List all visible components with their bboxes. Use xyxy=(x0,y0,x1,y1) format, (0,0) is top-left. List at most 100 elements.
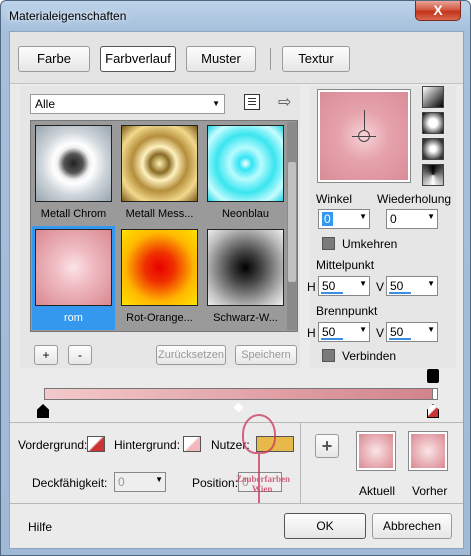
save-gradient-button[interactable]: Speichern xyxy=(235,345,297,365)
gradient-name: Neonblau xyxy=(221,208,270,220)
title-bar[interactable]: Materialeigenschaften X xyxy=(1,1,470,31)
invert-checkbox[interactable] xyxy=(322,237,335,250)
add-gradient-button[interactable]: + xyxy=(34,345,58,365)
ok-button[interactable]: OK xyxy=(284,513,366,539)
dialog-client: Farbe Farbverlauf Muster Textur Alle ▼ ⇨… xyxy=(9,31,464,549)
angle-value: 0 xyxy=(322,212,333,226)
gradient-bar-end xyxy=(432,388,438,400)
previous-label: Vorher xyxy=(412,484,448,498)
reset-button[interactable]: Zurücksetzen xyxy=(156,345,226,365)
opacity-stop-marker[interactable] xyxy=(427,369,439,383)
gradient-swatch xyxy=(207,125,284,202)
focus-h-stepper[interactable]: 50 ▼ xyxy=(318,322,370,342)
gallery-scrollbar[interactable] xyxy=(287,122,297,330)
footer-divider xyxy=(10,503,463,504)
angle-stepper[interactable]: 0 ▼ xyxy=(318,209,370,229)
gradient-name: Metall Chrom xyxy=(40,208,107,220)
cancel-button[interactable]: Abbrechen xyxy=(372,513,452,539)
tab-farbverlauf[interactable]: Farbverlauf xyxy=(100,46,176,72)
watermark-line-1: Zauberfarben xyxy=(236,474,290,484)
gradient-item-rot-orange[interactable]: Rot-Orange... xyxy=(118,226,201,330)
gradient-item-schwarz-weiss[interactable]: Schwarz-W... xyxy=(204,226,287,330)
scrollbar-thumb[interactable] xyxy=(288,162,296,282)
chevron-down-icon[interactable]: ▼ xyxy=(427,279,435,288)
gradient-swatch xyxy=(35,229,112,306)
chevron-down-icon[interactable]: ▼ xyxy=(427,212,435,221)
linear-mode-button[interactable] xyxy=(422,86,444,108)
focus-v-label: V xyxy=(376,326,385,340)
background-label: Hintergrund: xyxy=(114,438,181,452)
color-stop-start-marker[interactable] xyxy=(37,404,49,418)
library-options-icon[interactable] xyxy=(244,94,260,110)
gradient-swatch xyxy=(121,229,198,306)
gradient-item-neonblau[interactable]: Neonblau xyxy=(204,122,287,226)
export-arrow-icon[interactable]: ⇨ xyxy=(278,92,291,112)
sunburst-mode-button[interactable] xyxy=(422,138,444,160)
radial-mode-button[interactable] xyxy=(422,164,444,186)
center-v-value: 50 xyxy=(390,279,404,293)
current-label: Aktuell xyxy=(359,484,396,498)
background-color-swatch[interactable] xyxy=(183,436,201,452)
tab-textur[interactable]: Textur xyxy=(282,46,350,72)
previous-gradient-preview[interactable] xyxy=(408,431,448,471)
chevron-down-icon[interactable]: ▼ xyxy=(359,325,367,334)
gradient-name: rom xyxy=(64,312,83,324)
angle-handle[interactable] xyxy=(364,110,365,130)
opacity-label: Deckfähigkeit: xyxy=(32,476,108,490)
center-v-stepper[interactable]: 50 ▼ xyxy=(386,276,438,296)
focus-v-level xyxy=(389,338,411,340)
focal-point-label: Brennpunkt xyxy=(316,304,378,318)
focus-v-value: 50 xyxy=(390,325,404,339)
gradient-swatch xyxy=(35,125,112,202)
watermark-line-2: Wien xyxy=(252,484,273,494)
gradient-preview[interactable] xyxy=(317,89,411,183)
chevron-down-icon[interactable]: ▼ xyxy=(427,325,435,334)
gradient-name: Schwarz-W... xyxy=(213,312,278,324)
tab-separator xyxy=(270,48,271,70)
link-label: Verbinden xyxy=(342,349,397,363)
focus-h-label: H xyxy=(307,326,316,340)
center-v-level xyxy=(389,292,411,294)
focus-v-stepper[interactable]: 50 ▼ xyxy=(386,322,438,342)
chevron-down-icon[interactable]: ▼ xyxy=(359,212,367,221)
opacity-stepper[interactable]: 0 ▼ xyxy=(114,472,166,492)
category-dropdown[interactable]: Alle ▼ xyxy=(30,94,225,114)
chevron-down-icon: ▼ xyxy=(212,99,220,108)
dialog-window: Materialeigenschaften X Farbe Farbverlau… xyxy=(0,0,471,556)
gradient-name: Metall Mess... xyxy=(125,208,194,220)
gradient-item-metall-messing[interactable]: Metall Mess... xyxy=(118,122,201,226)
repeat-label: Wiederholung xyxy=(377,192,452,206)
angle-label: Winkel xyxy=(316,192,353,206)
gradient-item-rom[interactable]: rom xyxy=(32,226,115,330)
center-h-value: 50 xyxy=(322,279,336,293)
gradient-bar[interactable] xyxy=(44,388,436,400)
rectangular-mode-button[interactable] xyxy=(422,112,444,134)
tab-muster[interactable]: Muster xyxy=(186,46,256,72)
center-h-label: H xyxy=(307,280,316,294)
link-checkbox[interactable] xyxy=(322,349,335,362)
repeat-stepper[interactable]: 0 ▼ xyxy=(386,209,438,229)
remove-gradient-button[interactable]: - xyxy=(68,345,92,365)
center-h-level xyxy=(321,292,343,294)
invert-label: Umkehren xyxy=(342,237,398,251)
gradient-item-metall-chrom[interactable]: Metall Chrom xyxy=(32,122,115,226)
bottom-vertical-divider xyxy=(300,423,301,503)
window-title: Materialeigenschaften xyxy=(9,9,127,23)
foreground-label: Vordergrund: xyxy=(18,438,88,452)
color-stop-end-marker[interactable] xyxy=(427,404,439,418)
chevron-down-icon[interactable]: ▼ xyxy=(155,475,163,484)
gradient-swatch xyxy=(207,229,284,306)
tab-farbe[interactable]: Farbe xyxy=(18,46,90,72)
focus-h-value: 50 xyxy=(322,325,336,339)
center-h-stepper[interactable]: 50 ▼ xyxy=(318,276,370,296)
gradient-swatch xyxy=(121,125,198,202)
repeat-value: 0 xyxy=(390,212,397,226)
foreground-color-swatch[interactable] xyxy=(87,436,105,452)
center-point-label: Mittelpunkt xyxy=(316,258,375,272)
current-gradient-preview xyxy=(356,431,396,471)
chevron-down-icon[interactable]: ▼ xyxy=(359,279,367,288)
center-v-label: V xyxy=(376,280,385,294)
close-button[interactable]: X xyxy=(415,1,461,21)
help-link[interactable]: Hilfe xyxy=(28,520,52,534)
add-to-library-button[interactable]: + xyxy=(315,434,339,458)
